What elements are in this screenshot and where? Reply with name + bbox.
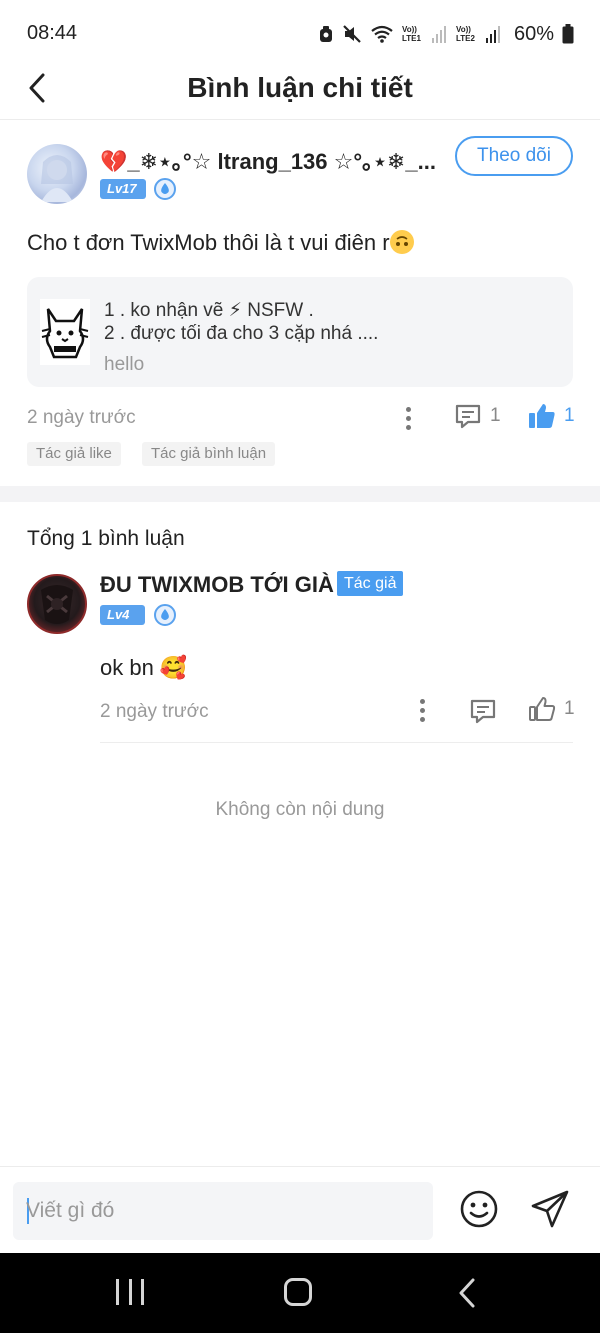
battery-icon bbox=[562, 24, 574, 44]
comment-time: 2 ngày trước bbox=[100, 701, 209, 722]
mute-icon bbox=[343, 25, 361, 43]
wifi-icon bbox=[371, 25, 393, 43]
comment-username[interactable]: ĐU TWIXMOB TỚI GIÀ bbox=[100, 572, 334, 598]
like-count: 1 bbox=[564, 405, 575, 426]
page-title: Bình luận chi tiết bbox=[187, 72, 413, 103]
system-back-button[interactable] bbox=[456, 1277, 478, 1309]
input-placeholder: Viết gì đó bbox=[26, 1199, 115, 1222]
post-text-body: Cho t đơn TwixMob thôi là t vui điên r bbox=[27, 230, 390, 255]
upside-down-face-icon bbox=[389, 230, 414, 254]
recents-button[interactable] bbox=[116, 1279, 144, 1307]
status-icons: Vo)) LTE1 Vo)) LTE2 60% bbox=[318, 20, 574, 48]
header: Bình luận chi tiết bbox=[0, 60, 600, 120]
linked-post-line-1: 1 . ko nhận vẽ ⚡ NSFW . bbox=[104, 300, 314, 321]
signal-2-icon bbox=[485, 26, 500, 43]
end-of-content: Không còn nội dung bbox=[215, 799, 385, 820]
sim2-label: Vo)) LTE2 bbox=[455, 25, 475, 43]
like-button[interactable]: 1 bbox=[528, 402, 575, 430]
system-nav-bar bbox=[0, 1253, 600, 1333]
comment-input-bar: Viết gì đó bbox=[0, 1166, 600, 1254]
post-time: 2 ngày trước bbox=[27, 407, 136, 428]
follow-button[interactable]: Theo dõi bbox=[455, 136, 573, 176]
alarm-icon bbox=[319, 26, 332, 42]
send-icon bbox=[531, 1190, 569, 1228]
avatar[interactable] bbox=[27, 144, 87, 204]
comment-input[interactable]: Viết gì đó bbox=[13, 1182, 433, 1240]
comment-like-button[interactable]: 1 bbox=[528, 695, 575, 723]
emoji-button[interactable] bbox=[459, 1189, 499, 1229]
home-button[interactable] bbox=[284, 1278, 312, 1306]
send-button[interactable] bbox=[529, 1188, 571, 1230]
comment-level-badge: Lv4 bbox=[100, 605, 145, 625]
smiley-icon bbox=[460, 1190, 498, 1228]
linked-post-line-2: 2 . được tối đa cho 3 cặp nhá .... bbox=[104, 323, 379, 344]
comments-total: Tổng 1 bình luận bbox=[27, 527, 185, 550]
comment-button[interactable]: 1 bbox=[454, 402, 501, 430]
comment-icon bbox=[455, 404, 481, 429]
avatar-art bbox=[41, 585, 73, 624]
thumbs-up-outline-icon bbox=[529, 697, 556, 721]
comment-text: ok bn 🥰 bbox=[100, 655, 188, 680]
comment-like-count: 1 bbox=[564, 698, 575, 719]
linked-post-card[interactable]: 1 . ko nhận vẽ ⚡ NSFW . 2 . được tối đa … bbox=[27, 277, 573, 387]
more-options-button[interactable] bbox=[398, 403, 418, 433]
post: 💔_❄⋆｡°☆ ltrang_136 ☆°｡⋆❄_... Lv17 Theo d… bbox=[0, 122, 600, 486]
thumbs-up-filled-icon bbox=[529, 404, 555, 428]
author-like-tag: Tác giả like bbox=[27, 442, 121, 466]
battery-percent: 60% bbox=[513, 22, 554, 45]
comment-icon bbox=[470, 699, 496, 724]
comment-divider bbox=[100, 742, 573, 743]
section-divider bbox=[0, 486, 600, 502]
comment-drop-badge-icon bbox=[154, 604, 176, 626]
post-username[interactable]: 💔_❄⋆｡°☆ ltrang_136 ☆°｡⋆❄_... bbox=[100, 144, 435, 176]
level-badge: Lv17 bbox=[100, 179, 146, 199]
linked-post-thumbnail bbox=[40, 299, 90, 365]
avatar-art bbox=[41, 155, 73, 202]
status-bar: 08:44 Vo)) LTE1 Vo)) LTE2 60% bbox=[0, 0, 600, 64]
comment-avatar[interactable] bbox=[27, 574, 87, 634]
sim1-label: Vo)) LTE1 bbox=[401, 25, 421, 43]
signal-1-icon bbox=[431, 26, 446, 43]
linked-post-subtitle: hello bbox=[104, 354, 145, 375]
drop-badge-icon bbox=[154, 178, 176, 200]
post-text: Cho t đơn TwixMob thôi là t vui điên r bbox=[27, 230, 414, 256]
author-comment-tag: Tác giả bình luận bbox=[142, 442, 276, 466]
comment-more-options-button[interactable] bbox=[412, 695, 432, 725]
comment-count: 1 bbox=[490, 405, 501, 426]
author-badge: Tác giả bbox=[337, 571, 404, 596]
chevron-left-icon bbox=[459, 1278, 475, 1308]
status-time: 08:44 bbox=[27, 22, 78, 44]
cat-sketch-icon bbox=[41, 308, 89, 359]
comment-reply-button[interactable] bbox=[469, 697, 497, 730]
